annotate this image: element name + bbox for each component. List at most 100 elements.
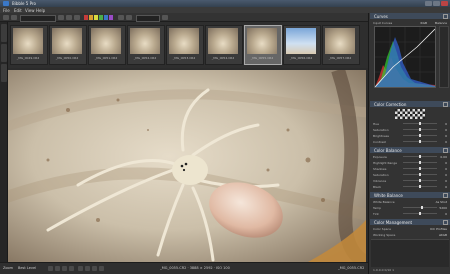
thumbnail-image <box>208 28 238 54</box>
thumbnail[interactable]: _MG_0052.CR2 <box>127 25 165 65</box>
sort-select[interactable] <box>20 15 56 22</box>
thumbnail-label: _MG_0051.CR2 <box>94 56 118 60</box>
filter-icon[interactable] <box>126 15 132 20</box>
slider-value[interactable]: 0 <box>445 128 447 132</box>
tab-browser[interactable] <box>1 24 7 42</box>
straighten-icon[interactable] <box>85 266 90 271</box>
panel-header-white-balance[interactable]: White Balance <box>370 192 450 198</box>
rotate-right-icon[interactable] <box>69 266 74 271</box>
slider-value[interactable]: 0 <box>445 167 447 171</box>
collapse-icon[interactable] <box>443 14 448 19</box>
slider-row: Temp 5200 <box>371 205 449 210</box>
slider-value[interactable]: 0 <box>445 179 447 183</box>
slider-value[interactable]: 0 <box>445 122 447 126</box>
slider-value[interactable]: 0 <box>445 140 447 144</box>
thumbnail[interactable]: _MG_0050.CR2 <box>49 25 87 65</box>
slider-track[interactable] <box>403 134 437 137</box>
slider-row: Exposure 0.00 <box>371 154 449 159</box>
rotate-icon[interactable] <box>74 15 80 20</box>
minimize-button[interactable] <box>425 1 432 6</box>
slider-track[interactable] <box>403 155 437 158</box>
image-viewer[interactable] <box>8 70 366 262</box>
thumbnail[interactable]: _MG_0053.CR2 <box>166 25 204 65</box>
slider-value[interactable]: 0 <box>445 212 447 216</box>
collapse-icon[interactable] <box>443 148 448 153</box>
slider-value[interactable]: 0 <box>445 134 447 138</box>
slider-track[interactable] <box>403 140 437 143</box>
slider-track[interactable] <box>403 128 437 131</box>
panel-header-color-balance[interactable]: Color Balance <box>370 147 450 153</box>
curves-side-scale[interactable] <box>439 26 449 88</box>
rotate-left-icon[interactable] <box>62 266 67 271</box>
panel-header-curves[interactable]: Curves <box>370 13 450 19</box>
slider-track[interactable] <box>403 122 437 125</box>
slider-value[interactable]: 0.00 <box>440 155 447 159</box>
slider-track[interactable] <box>403 185 437 188</box>
slider-label: Black <box>373 184 382 189</box>
browse-icon[interactable] <box>11 15 17 20</box>
collapse-icon[interactable] <box>443 193 448 198</box>
yellow-label-swatch[interactable] <box>94 15 98 20</box>
slider-value[interactable]: 0 <box>445 173 447 177</box>
slider-track[interactable] <box>403 173 437 176</box>
red-label-swatch[interactable] <box>84 15 88 20</box>
green-label-swatch[interactable] <box>99 15 103 20</box>
slider-track[interactable] <box>403 167 437 170</box>
window-title: Bibble 5 Pro <box>12 1 36 6</box>
slider-track[interactable] <box>403 161 437 164</box>
tab-catalog[interactable] <box>1 64 7 82</box>
slider-row: Saturation 0 <box>371 172 449 177</box>
thumbnail-image <box>286 28 316 54</box>
thumbnail[interactable]: _MG_0056.CR2 <box>283 25 321 65</box>
slider-label: Saturation <box>373 127 389 132</box>
maximize-button[interactable] <box>433 1 440 6</box>
curves-balance-label: Balance <box>435 20 447 25</box>
panel-header-color-management[interactable]: Color Management <box>370 219 450 225</box>
panel-header-color-correction[interactable]: Color Correction <box>370 101 450 107</box>
settings-icon[interactable] <box>162 15 168 20</box>
thumbnail[interactable]: _MG_0054.CR2 <box>205 25 243 65</box>
slider-row: Hue 0 <box>371 121 449 126</box>
curves-histogram[interactable] <box>374 26 436 88</box>
slider-track[interactable] <box>403 179 437 182</box>
purple-label-swatch[interactable] <box>109 15 113 20</box>
slider-track[interactable] <box>403 212 437 215</box>
working-space-select[interactable]: sRGB <box>439 233 447 237</box>
panel-title: Color Correction <box>374 102 407 107</box>
crop-icon[interactable] <box>78 266 83 271</box>
eyedropper-icon[interactable] <box>92 266 97 271</box>
slider-row: Highlight Range 0 <box>371 160 449 165</box>
curves-channel-select[interactable]: RGB <box>421 21 427 25</box>
slider-track[interactable] <box>403 206 437 209</box>
thumbnail[interactable]: _MG_0051.CR2 <box>88 25 126 65</box>
zoom-select[interactable]: Best Level <box>18 266 36 270</box>
panel-title: Color Balance <box>374 148 402 153</box>
blue-label-swatch[interactable] <box>104 15 108 20</box>
collapse-icon[interactable] <box>443 102 448 107</box>
title-bar: Bibble 5 Pro <box>0 0 450 7</box>
tab-folders[interactable] <box>1 44 7 62</box>
folder-icon[interactable] <box>3 15 9 20</box>
compare-icon[interactable] <box>99 266 104 271</box>
collapse-icon[interactable] <box>443 220 448 225</box>
grid-view-icon[interactable] <box>58 15 64 20</box>
prev-image-icon[interactable] <box>48 266 53 271</box>
slider-value[interactable]: 5200 <box>439 206 447 210</box>
thumbnail-label: _MG_0055.CR2 <box>250 56 274 60</box>
slider-value[interactable]: 0 <box>445 185 447 189</box>
slider-label: Tint <box>373 211 379 216</box>
thumbnail[interactable]: _MG_0057.CR2 <box>322 25 360 65</box>
close-button[interactable] <box>441 1 448 6</box>
field-row: Working Space sRGB <box>371 232 449 237</box>
list-view-icon[interactable] <box>66 15 72 20</box>
white-balance-select[interactable]: As Shot <box>436 200 447 204</box>
color-space-select[interactable]: ICC Profiles <box>430 227 447 231</box>
slider-value[interactable]: 0 <box>445 161 447 165</box>
next-image-icon[interactable] <box>55 266 60 271</box>
orange-label-swatch[interactable] <box>89 15 93 20</box>
color-swatch-grid[interactable] <box>395 109 425 119</box>
thumbnail-selected[interactable]: _MG_0055.CR2 <box>244 25 282 65</box>
thumbnail[interactable]: _MG_0049.CR2 <box>10 25 48 65</box>
search-input[interactable] <box>136 15 160 22</box>
star-rating-icon[interactable] <box>118 15 124 20</box>
